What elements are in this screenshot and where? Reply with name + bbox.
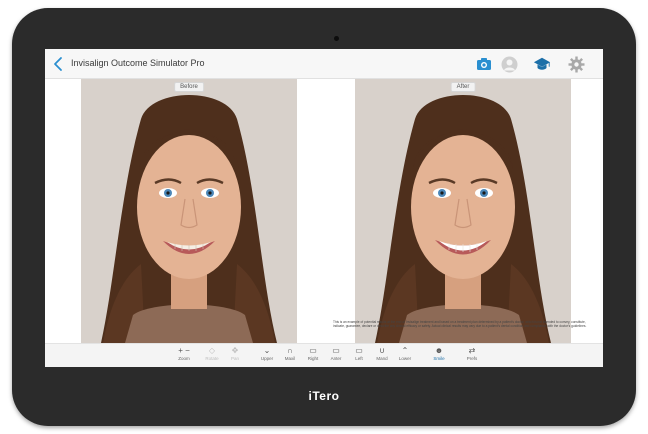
pan-icon: ✥	[231, 346, 239, 355]
after-label: After	[450, 82, 476, 92]
zoom-tool[interactable]: + − Zoom	[169, 346, 199, 366]
camera-icon	[477, 58, 491, 70]
user-profile-button[interactable]	[500, 55, 518, 73]
user-avatar-icon	[501, 56, 517, 72]
preferences-icon: ⇄	[468, 346, 476, 355]
app-screen: Invisalign Outcome Simulator Pro Before …	[45, 49, 603, 367]
lower-jaw-icon: ⌃	[401, 346, 409, 355]
settings-button[interactable]	[567, 55, 585, 73]
after-photo-panel[interactable]: After	[355, 79, 571, 343]
smile-icon: ☻	[434, 346, 444, 355]
back-button[interactable]	[52, 56, 66, 72]
disclaimer-text: This is an example of potential results …	[333, 320, 587, 329]
lower-view-button[interactable]: ⌃ Lower	[392, 346, 418, 366]
before-label: Before	[174, 82, 204, 92]
education-button[interactable]	[533, 55, 551, 73]
front-camera	[334, 36, 339, 41]
gear-icon	[568, 56, 584, 72]
zoom-icon: + −	[178, 346, 190, 355]
patient-face-before-image	[81, 79, 297, 343]
patient-face-after-image	[355, 79, 571, 343]
title-bar: Invisalign Outcome Simulator Pro	[45, 49, 603, 79]
chevron-left-icon	[54, 57, 62, 71]
smile-view-button[interactable]: ☻ Smile	[426, 346, 452, 367]
app-title: Invisalign Outcome Simulator Pro	[71, 58, 205, 68]
preferences-button[interactable]: ⇄ Prefs	[459, 346, 485, 366]
view-toolbar: + − Zoom ◇ Rotate ✥ Pan ⌄ Upper ∩ Maxil …	[45, 343, 603, 367]
itero-logo: iTero	[308, 389, 340, 403]
camera-button[interactable]	[475, 55, 493, 73]
pan-tool[interactable]: ✥ Pan	[222, 346, 248, 366]
graduation-cap-icon	[533, 57, 551, 70]
before-photo-panel[interactable]: Before	[81, 79, 297, 343]
